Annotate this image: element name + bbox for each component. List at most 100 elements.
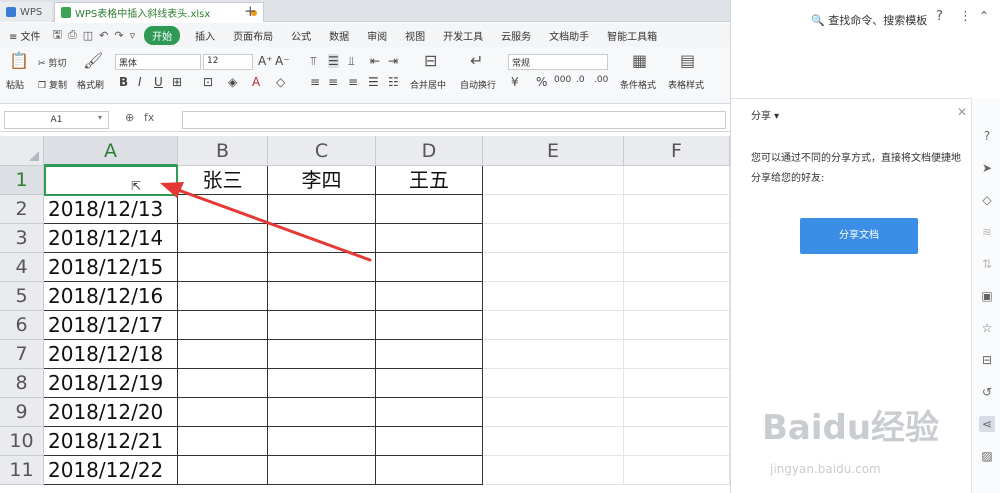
justify-icon[interactable]: ☰ <box>368 75 379 89</box>
copy-button[interactable]: ❐ 复制 <box>38 78 67 91</box>
select-pointer-icon[interactable]: ➤ <box>979 160 995 176</box>
title-bar: WPS WPS表格中插入斜线表头.xlsx + <box>0 0 730 22</box>
paste-icon[interactable]: 📋 <box>9 51 29 70</box>
underline-icon[interactable]: U <box>154 75 163 89</box>
arrow-shaft <box>168 185 372 262</box>
bold-icon[interactable]: B <box>119 75 128 89</box>
shapes-icon[interactable]: ◇ <box>979 192 995 208</box>
tab-smart-toolbox[interactable]: 智能工具箱 <box>598 28 666 43</box>
fx-icon[interactable]: fx <box>144 111 154 124</box>
distributed-icon[interactable]: ☷ <box>388 75 399 89</box>
fill-color-icon[interactable]: ◈ <box>228 75 237 89</box>
new-tab-button[interactable]: + <box>244 2 257 20</box>
table-style-icon[interactable]: ▤ <box>680 51 695 70</box>
more-options-icon[interactable]: ⋮ <box>959 9 972 24</box>
align-top-icon[interactable]: ⫪ <box>310 54 317 69</box>
history-icon[interactable]: ↺ <box>979 384 995 400</box>
backup-icon[interactable]: ⊟ <box>979 352 995 368</box>
scissors-icon: ✂ <box>38 59 49 69</box>
save-icon[interactable]: 🖫 <box>50 26 65 45</box>
tab-formulas[interactable]: 公式 <box>282 28 320 43</box>
tab-doc-assistant[interactable]: 文档助手 <box>540 28 598 43</box>
tab-wps-home[interactable]: WPS <box>0 2 52 22</box>
format-painter-icon[interactable]: 🖌 <box>83 51 103 70</box>
merge-center-icon[interactable]: ⊟ <box>424 51 437 70</box>
decrease-font-icon[interactable]: A⁻ <box>275 54 290 68</box>
tab-developer[interactable]: 开发工具 <box>434 28 492 43</box>
star-icon[interactable]: ☆ <box>979 320 995 336</box>
ribbon-toolbar: 📋 粘贴 ✂ 剪切 ❐ 复制 🖌 格式刷 黑体 12 A⁺ A⁻ B I U ⊞… <box>0 47 730 104</box>
increase-font-icon[interactable]: A⁺ <box>258 54 273 68</box>
align-bottom-icon[interactable]: ⫫ <box>348 54 355 69</box>
name-box-dropdown-icon[interactable]: ▾ <box>98 113 102 122</box>
menu-bar: ≡ 文件 🖫 ⎙ ◫ ↶ ↷ ▿ 开始 插入 页面布局 公式 数据 审阅 视图 … <box>0 23 730 47</box>
share-icon[interactable]: ⋖ <box>979 416 995 432</box>
wps-logo-icon <box>6 7 16 17</box>
help-circle-icon[interactable]: ? <box>979 128 995 144</box>
number-format-select[interactable]: 常规 <box>508 54 608 70</box>
redo-icon[interactable]: ↷ <box>111 29 126 42</box>
tab-insert[interactable]: 插入 <box>186 28 224 43</box>
watermark-url: jingyan.baidu.com <box>770 462 881 476</box>
tab-view[interactable]: 视图 <box>396 28 434 43</box>
formula-input[interactable] <box>182 111 726 129</box>
tab-review[interactable]: 审阅 <box>358 28 396 43</box>
share-panel-title: 分享 ▾ <box>751 111 780 122</box>
wps-window: WPS WPS表格中插入斜线表头.xlsx + ≡ 文件 🖫 ⎙ ◫ ↶ ↷ ▿… <box>0 0 1000 493</box>
menu-file[interactable]: ≡ 文件 <box>0 28 50 43</box>
image-gallery-icon[interactable]: ▣ <box>979 288 995 304</box>
command-search[interactable]: 🔍 查找命令、搜索模板 <box>811 12 927 28</box>
decrease-decimal-icon[interactable]: .00 <box>594 75 608 85</box>
task-pane-sidebar: ? ➤ ◇ ≋ ⇅ ▣ ☆ ⊟ ↺ ⋖ ▨ <box>971 98 1000 493</box>
spreadsheet-grid: A B C D E F 1 2 3 4 5 6 7 8 9 10 11 张三 李… <box>0 136 730 493</box>
table-style-button[interactable]: 表格样式 <box>668 78 704 91</box>
help-icon[interactable]: ? <box>936 9 943 24</box>
copy-icon: ❐ <box>38 81 49 91</box>
print-icon[interactable]: ⎙ <box>65 28 80 42</box>
collapse-chevron-icon[interactable]: ⌃ <box>979 9 989 23</box>
percent-icon[interactable]: % <box>536 75 547 89</box>
zoom-icon[interactable]: ⊕ <box>125 111 134 124</box>
merge-style-icon[interactable]: ⊡ <box>203 75 213 89</box>
align-left-icon[interactable]: ≡ <box>310 75 320 89</box>
undo-icon[interactable]: ↶ <box>96 29 111 42</box>
auto-wrap-button[interactable]: 自动换行 <box>460 78 496 91</box>
tab-data[interactable]: 数据 <box>320 28 358 43</box>
tab-cloud[interactable]: 云服务 <box>492 28 540 43</box>
conditional-format-icon[interactable]: ▦ <box>632 51 647 70</box>
formula-bar: A1 ▾ ⊕ fx <box>0 108 730 132</box>
indent-increase-icon[interactable]: ⇥ <box>388 54 398 68</box>
annotation-arrow <box>160 182 372 262</box>
quick-access-dropdown-icon[interactable]: ▿ <box>127 29 139 42</box>
auto-wrap-icon[interactable]: ↵ <box>470 51 483 70</box>
merge-center-button[interactable]: 合并居中 <box>410 78 446 91</box>
font-color-icon[interactable]: A <box>252 75 260 89</box>
filter-icon[interactable]: ⇅ <box>979 256 995 272</box>
increase-decimal-icon[interactable]: .0 <box>576 75 585 85</box>
share-document-button[interactable]: 分享文档 <box>800 218 918 254</box>
align-right-icon[interactable]: ≡ <box>348 75 358 89</box>
tab-page-layout[interactable]: 页面布局 <box>224 28 282 43</box>
conditional-format-button[interactable]: 条件格式 <box>620 78 656 91</box>
italic-icon[interactable]: I <box>138 75 142 89</box>
format-icon[interactable]: ≋ <box>979 224 995 240</box>
border-icon[interactable]: ⊞ <box>172 75 182 89</box>
align-center-icon[interactable]: ≡ <box>328 75 338 89</box>
indent-decrease-icon[interactable]: ⇤ <box>370 54 380 68</box>
paste-button[interactable]: 粘贴 <box>6 78 24 91</box>
picture-icon[interactable]: ▨ <box>979 448 995 464</box>
arrow-head <box>160 182 184 198</box>
thousands-icon[interactable]: 000 <box>554 75 571 85</box>
tab-document[interactable]: WPS表格中插入斜线表头.xlsx <box>54 2 264 22</box>
align-middle-icon[interactable]: ☰ <box>328 54 339 68</box>
currency-icon[interactable]: ¥ <box>511 75 519 89</box>
format-painter-button[interactable]: 格式刷 <box>77 78 104 91</box>
print-preview-icon[interactable]: ◫ <box>80 29 96 42</box>
close-icon[interactable]: ✕ <box>957 105 967 119</box>
name-box[interactable]: A1 <box>4 111 109 129</box>
font-name-select[interactable]: 黑体 <box>115 54 201 70</box>
tab-start[interactable]: 开始 <box>144 25 181 45</box>
font-size-select[interactable]: 12 <box>203 54 253 70</box>
clear-format-icon[interactable]: ◇ <box>276 75 285 89</box>
cut-button[interactable]: ✂ 剪切 <box>38 56 66 69</box>
